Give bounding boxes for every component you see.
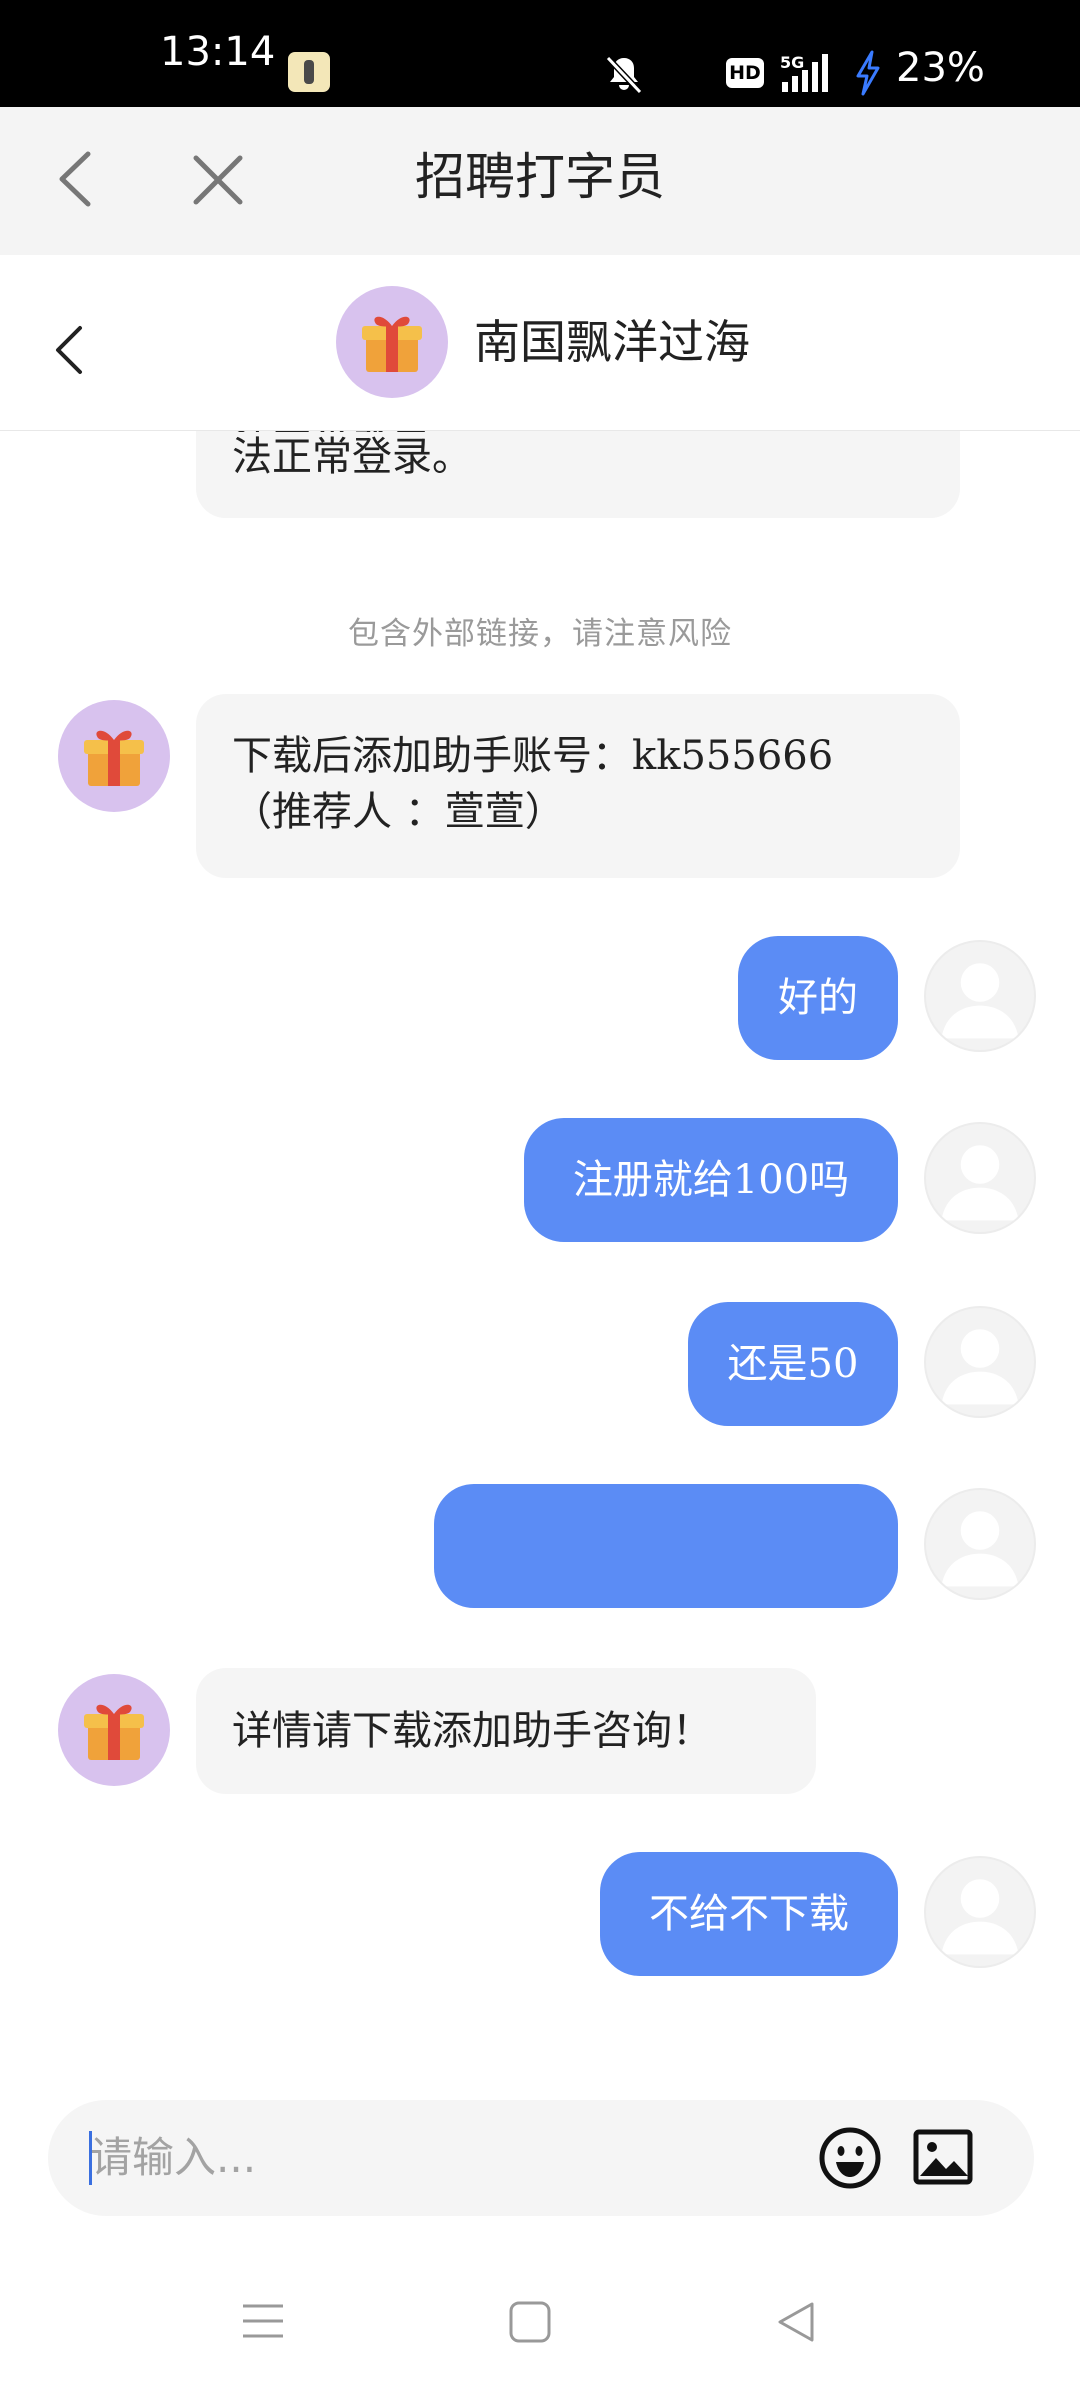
chat-back-icon[interactable] [52, 322, 88, 378]
message-bubble-incoming-clipped: 法正常登录。 [196, 432, 960, 518]
user-avatar [924, 1122, 1036, 1234]
signal-icon: 5G [780, 53, 828, 92]
message-bubble-outgoing: 不给不下载 [600, 1852, 898, 1976]
user-avatar [924, 1488, 1036, 1600]
message-text: 详情请下载添加助手咨询！ [232, 1708, 712, 1754]
message-text: 法正常登录。 [232, 434, 472, 480]
message-text: 不给不下载 [649, 1891, 849, 1937]
menu-icon[interactable] [240, 2298, 286, 2344]
external-link-warning: 包含外部链接，请注意风险 [348, 616, 732, 652]
back-icon[interactable] [52, 148, 102, 210]
message-text: 注册就给100吗 [572, 1157, 850, 1203]
home-icon[interactable] [508, 2300, 552, 2344]
message-text: 好的 [778, 975, 858, 1021]
network-speed: 11.0 KB/S [662, 48, 722, 92]
battery-level: 23% [896, 45, 985, 91]
message-text-line: （推荐人 ：萱萱） [232, 789, 565, 835]
contact-name: 南国飘洋过海 [474, 315, 750, 369]
user-avatar [924, 940, 1036, 1052]
image-icon[interactable] [912, 2126, 974, 2188]
status-time: 13:14 [160, 29, 276, 75]
message-bubble-outgoing: 好的 [738, 936, 898, 1060]
network-speed-unit: KB/S [666, 73, 708, 92]
contact-avatar [336, 286, 448, 398]
network-type-label: 5G [780, 53, 804, 72]
hd-badge: HD [726, 58, 764, 88]
page-title: 招聘打字员 [415, 148, 665, 206]
message-input[interactable] [90, 2128, 790, 2188]
message-text-line: 下载后添加助手账号：kk555666 [232, 733, 834, 779]
close-icon[interactable] [190, 152, 246, 208]
charging-bolt-icon [856, 50, 880, 96]
message-bubble-incoming: 下载后添加助手账号：kk555666 （推荐人 ：萱萱） [196, 694, 960, 878]
message-bubble-incoming: 详情请下载添加助手咨询！ [196, 1668, 816, 1794]
user-avatar [924, 1856, 1036, 1968]
message-bubble-outgoing: 注册就给100吗 [524, 1118, 898, 1242]
message-bubble-outgoing: 饿死了 给不给我钱 [434, 1484, 898, 1693]
contact-avatar [58, 700, 170, 812]
message-text: 还是50 [727, 1341, 859, 1387]
mute-icon [605, 55, 643, 95]
network-speed-value: 11.0 [662, 48, 722, 76]
user-avatar [924, 1306, 1036, 1418]
message-bubble-outgoing: 还是50 [688, 1302, 898, 1426]
app-notification-icon [288, 52, 330, 92]
emoji-icon[interactable] [818, 2126, 882, 2190]
text-caret [89, 2131, 92, 2185]
contact-avatar [58, 1674, 170, 1786]
nav-back-icon[interactable] [772, 2298, 820, 2346]
